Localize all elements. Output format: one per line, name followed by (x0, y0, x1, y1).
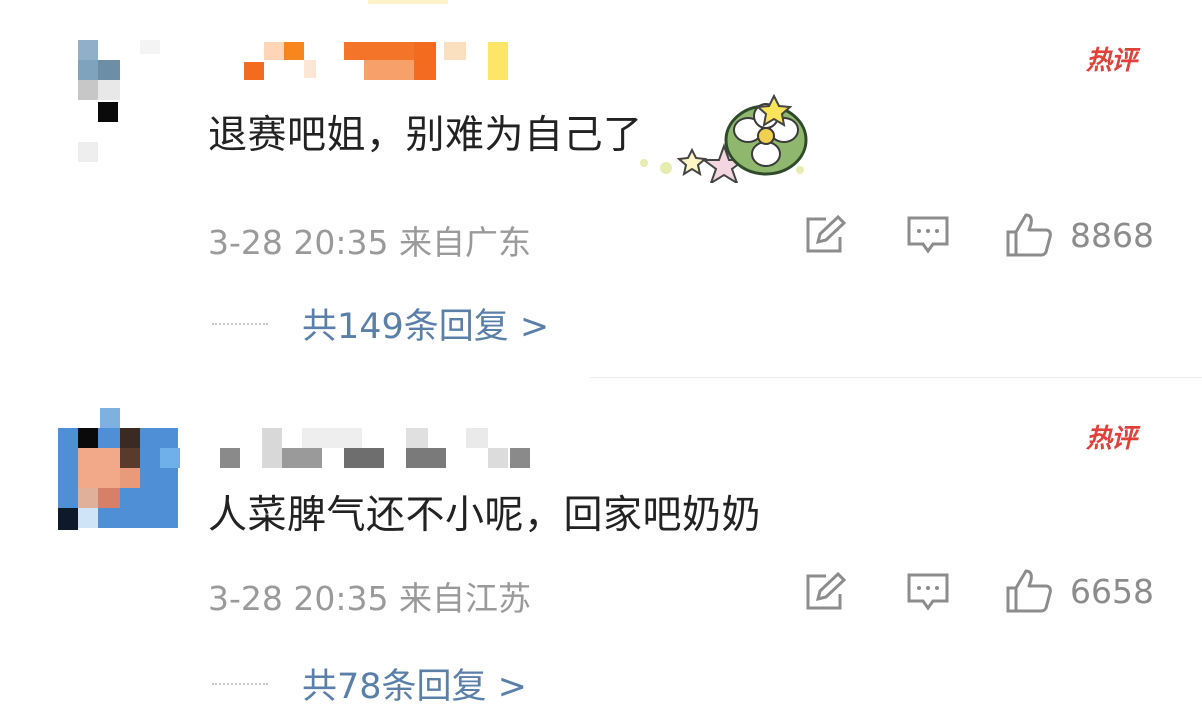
view-replies-link[interactable]: 共149条回复 > (212, 298, 549, 349)
thumbs-up-icon[interactable] (1004, 212, 1054, 258)
comment-item-2: 热评 人菜脾气还不小呢，回家吧奶奶 3-28 20:35 来自江苏 6658 共… (0, 378, 1202, 724)
username-blurred[interactable] (244, 40, 514, 80)
like-count: 6658 (1070, 572, 1154, 611)
avatar[interactable] (78, 40, 188, 162)
thumbs-up-icon[interactable] (1004, 568, 1054, 614)
reply-dots-divider (212, 322, 268, 325)
comment-text: 人菜脾气还不小呢，回家吧奶奶 (208, 493, 762, 538)
comment-text: 退赛吧姐，别难为自己了 (208, 113, 643, 158)
comment-time-location: 3-28 20:35 来自江苏 (208, 579, 531, 618)
hot-comment-badge: 热评 (1086, 424, 1137, 454)
share-edit-icon[interactable] (804, 215, 848, 255)
reply-dots-divider (212, 682, 268, 685)
comment-time-location: 3-28 20:35 来自广东 (208, 223, 531, 262)
like-count: 8868 (1070, 216, 1154, 255)
hot-comment-badge: 热评 (1086, 46, 1137, 76)
view-replies-link[interactable]: 共78条回复 > (212, 658, 527, 709)
username-blurred[interactable] (220, 428, 540, 468)
replies-count-label[interactable]: 共149条回复 > (302, 307, 549, 347)
comment-item-1: 热评 退赛吧姐，别难为自己了 3-28 20:35 来自广东 8868 共149… (0, 0, 1202, 377)
comment-icon[interactable] (906, 572, 950, 612)
flower-sticker-icon (640, 93, 808, 183)
share-edit-icon[interactable] (804, 572, 848, 612)
comment-icon[interactable] (906, 215, 950, 255)
replies-count-label[interactable]: 共78条回复 > (302, 667, 527, 707)
avatar[interactable] (58, 408, 180, 530)
